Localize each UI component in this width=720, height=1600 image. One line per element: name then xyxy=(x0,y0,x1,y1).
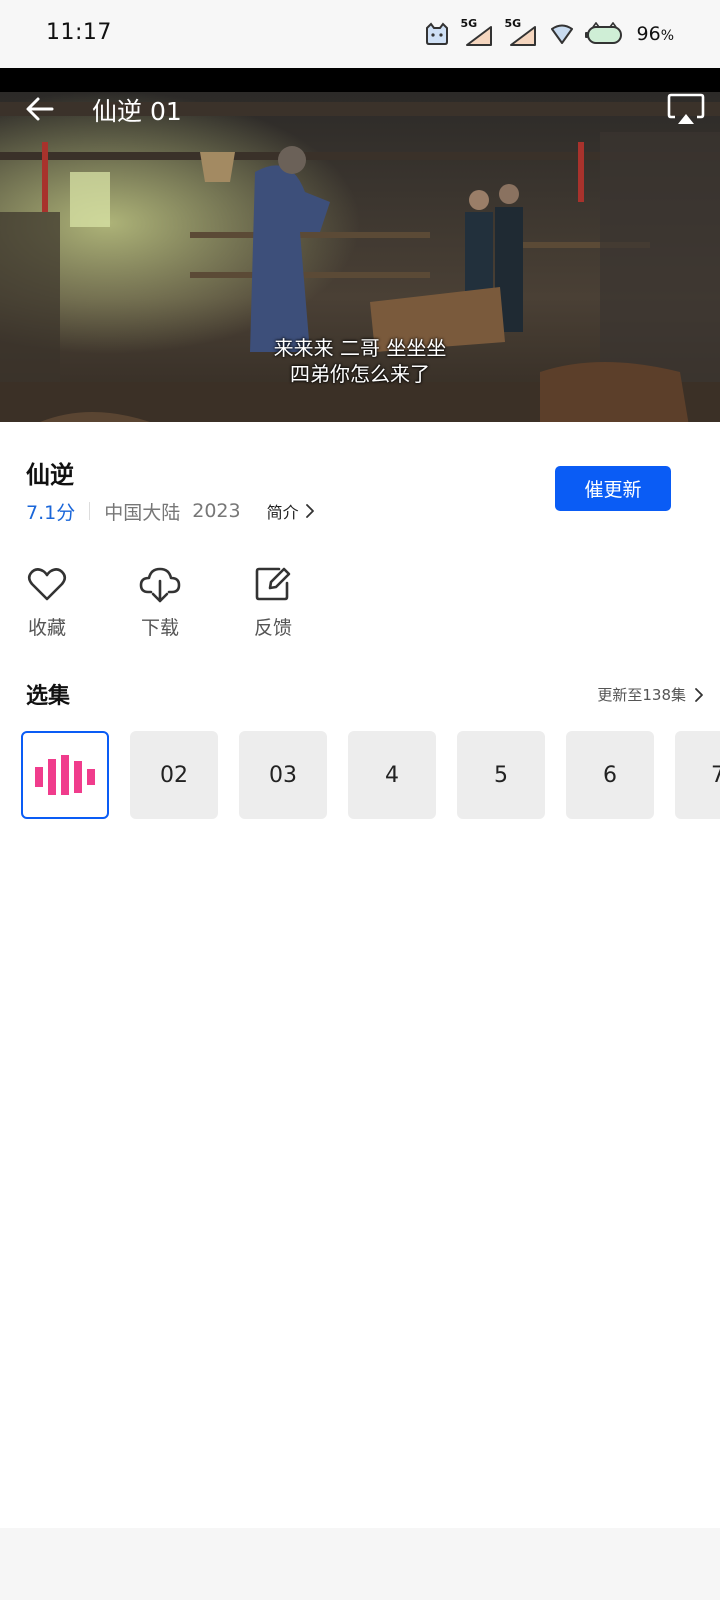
episode-item[interactable]: 5 xyxy=(457,731,545,819)
status-time: 11:17 xyxy=(46,20,112,45)
signal-icon-1: 5G xyxy=(461,17,495,47)
chevron-right-icon xyxy=(695,687,703,702)
episode-item-current[interactable] xyxy=(21,731,109,819)
video-title: 仙逆 01 xyxy=(92,97,182,126)
battery-icon xyxy=(584,22,625,46)
episodes-more-link[interactable]: 更新至138集 xyxy=(597,684,704,705)
airplay-icon xyxy=(667,93,705,124)
arrow-left-icon xyxy=(26,97,54,121)
divider xyxy=(89,502,91,520)
region: 中国大陆 xyxy=(104,501,181,524)
intro-label: 简介 xyxy=(266,503,299,522)
favorite-button[interactable]: 收藏 xyxy=(12,565,82,640)
urge-update-button[interactable]: 催更新 xyxy=(555,466,671,511)
episode-item[interactable]: 7 xyxy=(675,731,720,819)
network-type-2: 5G xyxy=(504,17,522,30)
action-bar: 收藏 下载 反馈 xyxy=(0,565,720,645)
back-button[interactable] xyxy=(24,93,56,125)
subtitle-line-1: 来来来 二哥 坐坐坐 xyxy=(273,336,447,360)
cast-button[interactable] xyxy=(666,92,706,126)
status-icons: 5G 5G 96% xyxy=(423,17,675,48)
download-label: 下载 xyxy=(140,617,179,639)
episodes-update-label: 更新至138集 xyxy=(597,686,686,704)
video-player[interactable]: 仙逆 01 来来来 二哥 坐坐坐 四弟你怎么来了 xyxy=(0,68,720,422)
show-title: 仙逆 xyxy=(26,461,74,489)
feedback-edit-icon xyxy=(255,567,291,601)
episode-item[interactable]: 4 xyxy=(348,731,436,819)
episode-item[interactable]: 02 xyxy=(130,731,218,819)
cat-sticker-icon xyxy=(423,22,451,46)
feedback-button[interactable]: 反馈 xyxy=(238,565,308,640)
episode-item[interactable]: 03 xyxy=(239,731,327,819)
episode-item[interactable]: 6 xyxy=(566,731,654,819)
rating: 7.1分 xyxy=(26,501,76,524)
intro-link[interactable]: 简介 xyxy=(267,499,315,523)
favorite-label: 收藏 xyxy=(27,617,66,639)
meta-row: 7.1分 中国大陆 2023 简介 xyxy=(26,498,315,524)
episodes-header: 选集 xyxy=(26,684,71,709)
year: 2023 xyxy=(192,500,241,522)
navigation-bar xyxy=(0,1528,720,1600)
network-type-1: 5G xyxy=(460,17,478,30)
signal-icon-2: 5G xyxy=(505,17,539,47)
subtitle-line-2: 四弟你怎么来了 xyxy=(290,362,430,386)
download-button[interactable]: 下载 xyxy=(125,565,195,640)
wifi-icon xyxy=(549,22,575,46)
playing-bars-icon xyxy=(35,755,95,795)
heart-icon xyxy=(27,568,67,601)
battery-level: 96% xyxy=(636,23,675,45)
status-bar: 11:17 5G 5G 96% xyxy=(0,0,720,68)
episode-list[interactable]: 02 03 4 5 6 7 xyxy=(21,731,720,819)
chevron-right-icon xyxy=(305,504,314,518)
cloud-download-icon xyxy=(139,567,181,603)
feedback-label: 反馈 xyxy=(253,617,292,639)
